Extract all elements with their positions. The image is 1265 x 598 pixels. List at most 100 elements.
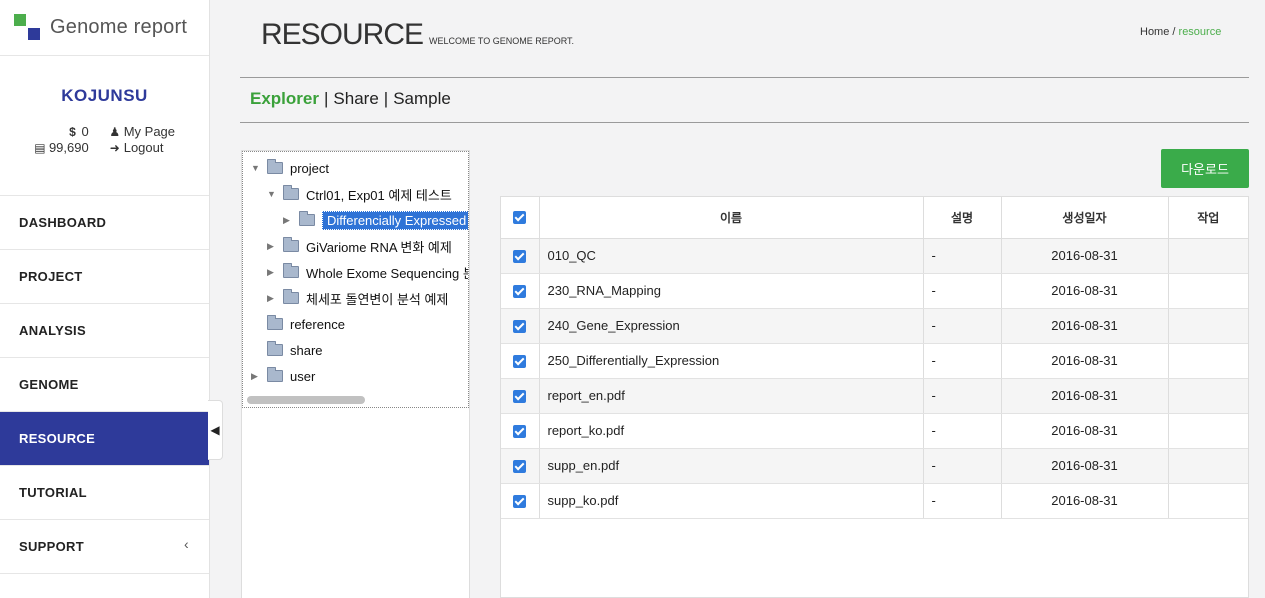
file-name[interactable]: 250_Differentially_Expression (539, 343, 924, 379)
logo-icon (14, 13, 42, 42)
sidebar-collapse-button[interactable]: ◀ (208, 400, 223, 460)
file-name[interactable]: supp_ko.pdf (539, 483, 924, 519)
column-name[interactable]: 이름 (539, 197, 924, 239)
file-name[interactable]: report_ko.pdf (539, 413, 924, 449)
folder-icon (267, 315, 283, 330)
row-checkbox[interactable] (513, 460, 527, 474)
download-button[interactable]: 다운로드 (1161, 149, 1249, 188)
nav-item-support[interactable]: SUPPORT ‹ (0, 520, 209, 574)
row-checkbox[interactable] (513, 320, 527, 334)
nav-label: SUPPORT (19, 539, 84, 554)
logout-link[interactable]: ➜ Logout (109, 140, 164, 156)
file-action (1168, 483, 1248, 519)
nav-item-dashboard[interactable]: DASHBOARD (0, 196, 209, 250)
file-name[interactable]: report_en.pdf (539, 378, 924, 414)
select-all-checkbox[interactable] (513, 211, 527, 225)
tree-node-label: Whole Exome Sequencing 분석 (306, 265, 469, 281)
tab-separator: | (323, 89, 329, 108)
row-checkbox[interactable] (513, 390, 527, 404)
file-date: 2016-08-31 (1001, 413, 1169, 449)
mypage-link[interactable]: ♟ My Page (109, 124, 175, 140)
file-desc: - (923, 378, 1002, 414)
file-name[interactable]: 010_QC (539, 238, 924, 274)
balance: $0 (66, 124, 89, 140)
folder-tree-panel: ▼ project ▼ Ctrl01, Exp01 예제 테스트 ▶ Differen… (241, 150, 470, 598)
mypage-label: My Page (123, 124, 176, 139)
chevron-left-icon: ‹ (184, 536, 189, 552)
table-row[interactable]: report_en.pdf - 2016-08-31 (501, 378, 1248, 414)
file-name[interactable]: 230_RNA_Mapping (539, 273, 924, 309)
tree-node-differencially[interactable]: ▶ Differencially Expressed Genes (283, 210, 468, 230)
table-row[interactable]: 250_Differentially_Expression - 2016-08-… (501, 343, 1248, 379)
file-date: 2016-08-31 (1001, 448, 1169, 484)
breadcrumb-separator: / (1172, 26, 1176, 38)
nav-item-resource[interactable]: RESOURCE (0, 412, 209, 466)
page-subtitle: WELCOME TO GENOME REPORT. (429, 36, 575, 46)
nav-label: DASHBOARD (19, 215, 107, 230)
file-desc: - (923, 448, 1002, 484)
nav-item-project[interactable]: PROJECT (0, 250, 209, 304)
table-row[interactable]: 230_RNA_Mapping - 2016-08-31 (501, 273, 1248, 309)
file-name[interactable]: supp_en.pdf (539, 448, 924, 484)
tree-node-whole-exome[interactable]: ▶ Whole Exome Sequencing 분석 (267, 262, 469, 282)
resource-tabs: Explorer | Share | Sample (250, 89, 451, 109)
brand[interactable]: Genome report (0, 0, 209, 56)
file-date: 2016-08-31 (1001, 343, 1169, 379)
file-action (1168, 448, 1248, 484)
nav-item-analysis[interactable]: ANALYSIS (0, 304, 209, 358)
tree-node-label: reference (290, 316, 345, 332)
folder-icon (267, 159, 283, 174)
tree-node-project[interactable]: ▼ project (251, 158, 329, 178)
divider (240, 122, 1249, 123)
page-title: RESOURCE WELCOME TO GENOME REPORT. (261, 18, 574, 52)
tab-explorer[interactable]: Explorer (250, 89, 319, 108)
nav-label: GENOME (19, 377, 79, 392)
file-desc: - (923, 273, 1002, 309)
horizontal-scrollbar[interactable] (247, 396, 365, 404)
row-checkbox[interactable] (513, 425, 527, 439)
row-checkbox[interactable] (513, 495, 527, 509)
tab-share[interactable]: Share (333, 89, 378, 108)
tab-sample[interactable]: Sample (393, 89, 451, 108)
column-date[interactable]: 생성일자 (1001, 197, 1169, 239)
expanded-arrow-icon[interactable]: ▼ (251, 163, 261, 173)
folder-icon (267, 367, 283, 382)
expanded-arrow-icon[interactable]: ▼ (267, 189, 277, 199)
collapsed-arrow-icon[interactable]: ▶ (283, 215, 293, 226)
file-action (1168, 343, 1248, 379)
table-row[interactable]: 240_Gene_Expression - 2016-08-31 (501, 308, 1248, 344)
collapsed-arrow-icon[interactable]: ▶ (251, 371, 261, 382)
table-row[interactable]: supp_ko.pdf - 2016-08-31 (501, 483, 1248, 519)
row-checkbox[interactable] (513, 355, 527, 369)
file-action (1168, 238, 1248, 274)
row-checkbox[interactable] (513, 250, 527, 264)
nav-item-tutorial[interactable]: TUTORIAL (0, 466, 209, 520)
file-name[interactable]: 240_Gene_Expression (539, 308, 924, 344)
tree-node-ctrl01[interactable]: ▼ Ctrl01, Exp01 예제 테스트 (267, 184, 452, 204)
tree-node-somatic[interactable]: ▶ 체세포 돌연변이 분석 예제 (267, 288, 448, 308)
column-desc[interactable]: 설명 (923, 197, 1002, 239)
tree-node-user[interactable]: ▶ user (251, 366, 315, 386)
folder-icon (267, 341, 283, 356)
file-table: 이름 설명 생성일자 작업 010_QC - 2016-08-31 230_RN… (500, 196, 1249, 598)
collapsed-arrow-icon[interactable]: ▶ (267, 267, 277, 278)
collapsed-arrow-icon[interactable]: ▶ (267, 241, 277, 252)
tree-node-label-selected: Differencially Expressed Genes (322, 210, 468, 230)
balance-value: 0 (81, 124, 89, 139)
tree-node-share[interactable]: share (251, 340, 323, 360)
table-row[interactable]: 010_QC - 2016-08-31 (501, 238, 1248, 274)
table-row[interactable]: report_ko.pdf - 2016-08-31 (501, 413, 1248, 449)
breadcrumb: Home / resource (1140, 26, 1221, 38)
points: ▤ 99,690 (34, 140, 88, 156)
file-desc: - (923, 238, 1002, 274)
row-checkbox[interactable] (513, 285, 527, 299)
tree-node-label: share (290, 342, 323, 358)
tree-node-givariome[interactable]: ▶ GiVariome RNA 변화 예제 (267, 236, 452, 256)
caret-left-icon: ◀ (210, 423, 220, 437)
table-row[interactable]: supp_en.pdf - 2016-08-31 (501, 448, 1248, 484)
nav-item-genome[interactable]: GENOME (0, 358, 209, 412)
breadcrumb-home[interactable]: Home (1140, 26, 1169, 38)
divider (240, 77, 1249, 78)
tree-node-reference[interactable]: reference (251, 314, 345, 334)
collapsed-arrow-icon[interactable]: ▶ (267, 293, 277, 304)
